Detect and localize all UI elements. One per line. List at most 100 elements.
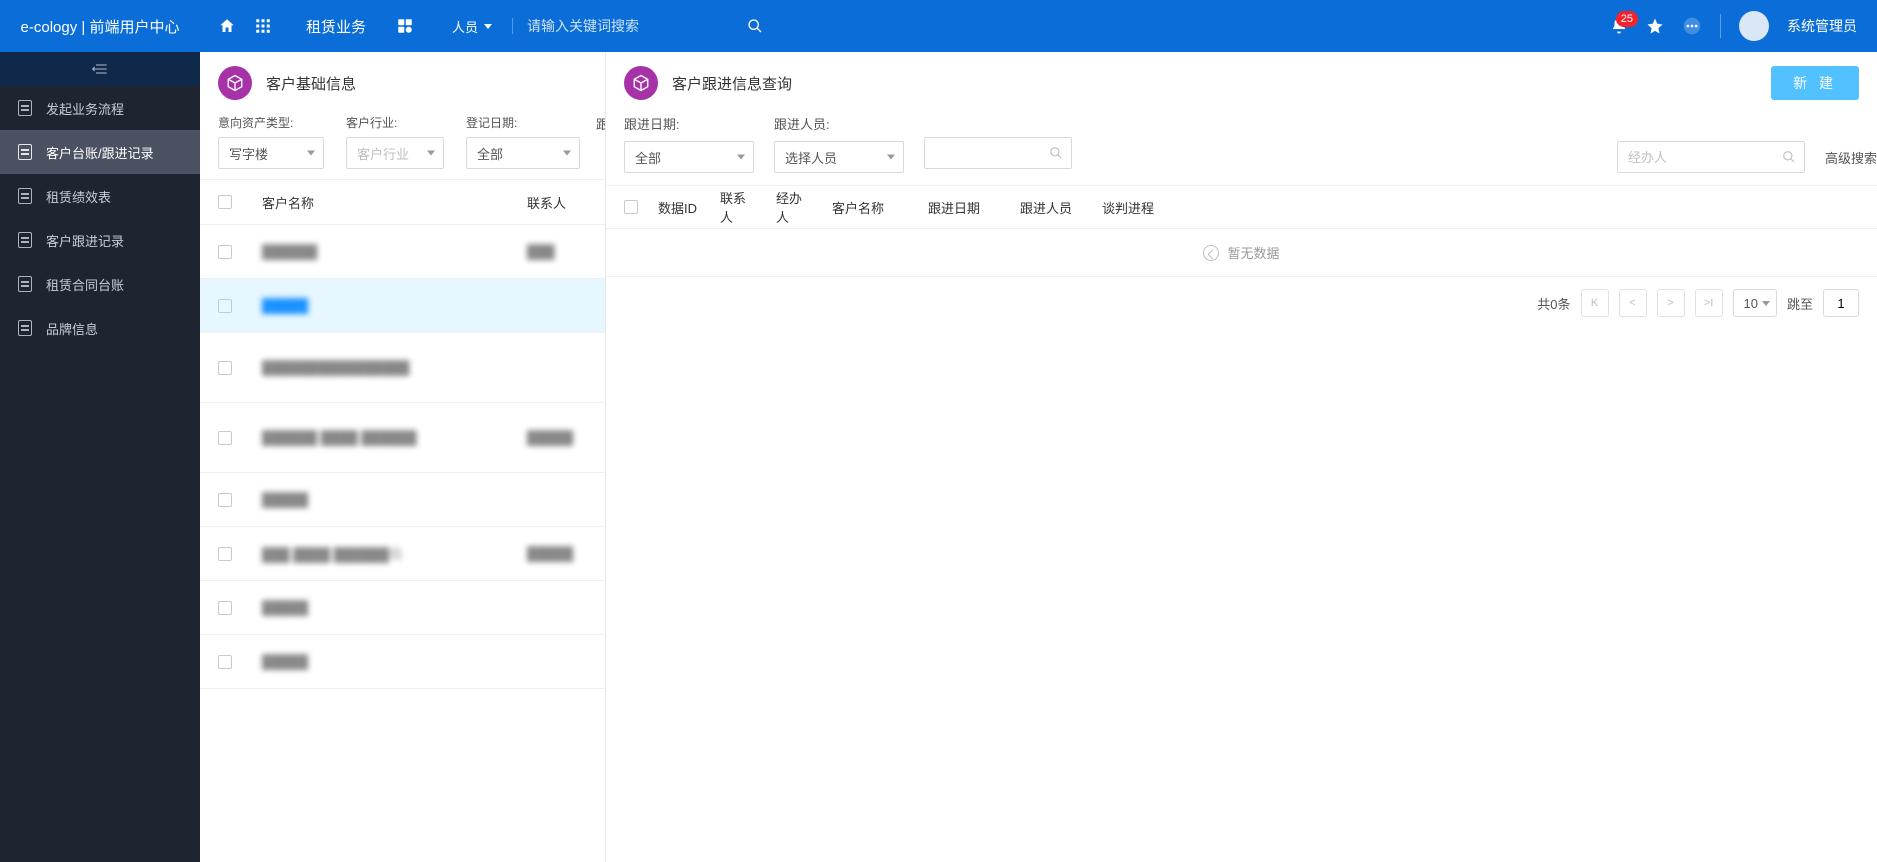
sidebar-collapse-toggle[interactable] [0, 52, 200, 86]
row-checkbox[interactable] [218, 493, 232, 507]
document-icon [18, 188, 32, 204]
search-icon[interactable] [1782, 150, 1796, 164]
total-label: 共0条 [1537, 294, 1570, 313]
sidebar-item-customer-ledger[interactable]: 客户台账/跟进记录 [0, 130, 200, 174]
cube-icon [624, 66, 658, 100]
row-checkbox[interactable] [218, 547, 232, 561]
table-row[interactable]: ████████████████ [200, 333, 605, 403]
row-checkbox[interactable] [218, 655, 232, 669]
panel-title: 客户跟进信息查询 [672, 73, 792, 94]
page-first-button[interactable]: K [1581, 289, 1609, 317]
chevron-down-icon [887, 155, 895, 160]
column-contact: 联系人 [527, 193, 587, 212]
handler-search-input[interactable] [1628, 150, 1776, 165]
filter-regdate-label: 登记日期: [466, 114, 580, 131]
search-icon[interactable] [1049, 146, 1063, 160]
module-menu-icon[interactable] [392, 13, 418, 39]
table-row[interactable]: █████ [200, 473, 605, 527]
customer-name: ███ ████ ██████司 [262, 544, 527, 563]
table-row[interactable]: █████ [200, 581, 605, 635]
customer-name: █████ [262, 492, 527, 507]
search-icon[interactable] [737, 18, 773, 34]
home-icon[interactable] [218, 17, 236, 35]
row-checkbox[interactable] [218, 361, 232, 375]
column-data-id: 数据ID [658, 198, 720, 217]
select-all-checkbox[interactable] [218, 195, 232, 209]
row-checkbox[interactable] [218, 431, 232, 445]
chevron-down-icon [563, 151, 571, 156]
quick-search-input[interactable] [935, 146, 1043, 161]
people-dropdown[interactable]: 人员 [438, 17, 506, 36]
document-icon [18, 320, 32, 336]
row-checkbox[interactable] [218, 299, 232, 313]
filter-extra-label: 跟 [596, 114, 606, 133]
apps-grid-icon[interactable] [254, 17, 272, 35]
document-icon [18, 276, 32, 292]
sidebar-item-label: 发起业务流程 [46, 99, 124, 118]
table-row[interactable]: █████ [200, 635, 605, 689]
sidebar-item-label: 客户台账/跟进记录 [46, 143, 154, 162]
filter-asset-type-label: 意向资产类型: [218, 114, 324, 131]
table-row[interactable]: ███ ████ ██████司 █████ [200, 527, 605, 581]
sidebar-item-label: 品牌信息 [46, 319, 98, 338]
global-search-input[interactable] [527, 18, 737, 34]
followup-panel: 客户跟进信息查询 新 建 跟进日期: 全部 跟进人员: [606, 52, 1877, 862]
asset-type-select[interactable]: 写字楼 [218, 137, 324, 169]
sidebar-item-performance[interactable]: 租赁绩效表 [0, 174, 200, 218]
notification-badge: 25 [1616, 11, 1638, 27]
sidebar: 发起业务流程 客户台账/跟进记录 租赁绩效表 客户跟进记录 租赁合同台账 品牌信… [0, 52, 200, 862]
global-search [512, 18, 773, 34]
industry-select[interactable]: 客户行业 [346, 137, 444, 169]
row-checkbox[interactable] [218, 245, 232, 259]
document-icon [18, 232, 32, 248]
avatar[interactable] [1739, 11, 1769, 41]
empty-state: 暂无数据 [606, 229, 1877, 277]
handler-search-wrap [1617, 141, 1805, 173]
column-contact: 联系人 [720, 188, 776, 226]
star-icon[interactable] [1646, 17, 1664, 35]
sidebar-item-contract[interactable]: 租赁合同台账 [0, 262, 200, 306]
notifications-icon[interactable]: 25 [1610, 17, 1628, 35]
filter-industry-label: 客户行业: [346, 114, 444, 131]
advanced-search-link[interactable]: 高级搜索 [1825, 148, 1877, 167]
select-all-checkbox[interactable] [624, 200, 638, 214]
row-checkbox[interactable] [218, 601, 232, 615]
followup-date-select[interactable]: 全部 [624, 141, 754, 173]
sidebar-item-followup[interactable]: 客户跟进记录 [0, 218, 200, 262]
page-next-button[interactable]: > [1657, 289, 1685, 317]
customer-name: █████ [262, 298, 527, 313]
table-row[interactable]: ██████ ███ [200, 225, 605, 279]
column-name: 客户名称 [262, 193, 527, 212]
chevron-down-icon [737, 155, 745, 160]
customer-name: ██████ [262, 244, 527, 259]
page-jump-input[interactable] [1823, 289, 1859, 317]
table-row[interactable]: █████ [200, 279, 605, 333]
column-date: 跟进日期 [928, 198, 1020, 217]
sidebar-item-label: 客户跟进记录 [46, 231, 124, 250]
panel-title: 客户基础信息 [266, 73, 356, 94]
customer-rows: ██████ ███ █████ ████████████████ [200, 225, 605, 862]
chevron-down-icon [484, 24, 492, 29]
followup-person-select[interactable]: 选择人员 [774, 141, 904, 173]
sidebar-item-label: 租赁绩效表 [46, 187, 111, 206]
column-progress: 谈判进程 [1102, 198, 1182, 217]
regdate-select[interactable]: 全部 [466, 137, 580, 169]
page-prev-button[interactable]: < [1619, 289, 1647, 317]
customer-contact: ███ [527, 244, 587, 259]
empty-icon [1203, 245, 1219, 261]
more-icon[interactable] [1682, 16, 1702, 36]
empty-text: 暂无数据 [1227, 243, 1279, 262]
page-last-button[interactable]: >I [1695, 289, 1723, 317]
people-label: 人员 [452, 17, 478, 36]
chevron-down-icon [427, 151, 435, 156]
column-customer: 客户名称 [832, 198, 928, 217]
page-size-select[interactable]: 10 [1733, 289, 1777, 317]
table-row[interactable]: ██████ ████ ██████ █████ [200, 403, 605, 473]
new-button[interactable]: 新 建 [1771, 66, 1859, 100]
customer-contact: █████ [527, 430, 587, 445]
chevron-down-icon [307, 151, 315, 156]
sidebar-item-brand[interactable]: 品牌信息 [0, 306, 200, 350]
sidebar-item-workflow[interactable]: 发起业务流程 [0, 86, 200, 130]
customer-name: █████ [262, 654, 527, 669]
sidebar-item-label: 租赁合同台账 [46, 275, 124, 294]
